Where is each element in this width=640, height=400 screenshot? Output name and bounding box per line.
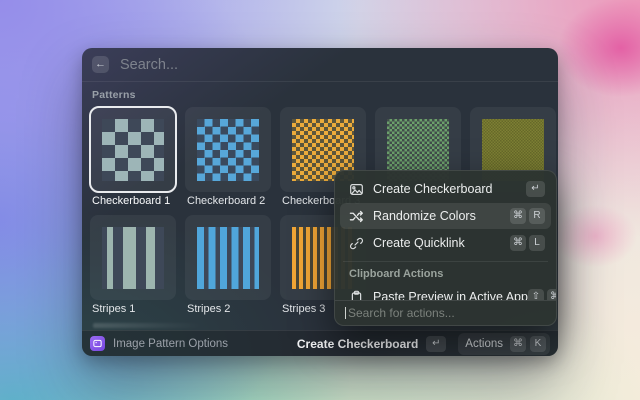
tile-checkerboard-1[interactable] (90, 107, 176, 192)
action-bar: Image Pattern Options Create Checkerboar… (82, 330, 558, 356)
enter-key-badge: ↵ (426, 336, 446, 352)
image-icon (348, 181, 364, 197)
menu-item-label: Randomize Colors (373, 209, 476, 223)
cmd-key-badge: ⌘ (510, 208, 526, 224)
menu-item-label: Create Quicklink (373, 236, 465, 250)
tile-label: Stripes 1 (90, 303, 176, 315)
actions-search-field[interactable]: Search for actions... (335, 300, 556, 325)
tile-stripes-1[interactable] (90, 215, 176, 300)
clipboard-icon (348, 289, 364, 300)
back-arrow-icon: ← (95, 59, 106, 70)
primary-action-button[interactable]: Create Checkerboard (297, 337, 418, 351)
stripes-1-preview (102, 227, 164, 289)
r-key-badge: R (529, 208, 545, 224)
shuffle-icon (348, 208, 364, 224)
actions-search-placeholder: Search for actions... (348, 306, 455, 320)
extension-icon (90, 336, 105, 351)
menu-section-clipboard-actions: Clipboard Actions (340, 266, 551, 284)
cmd-key-badge: ⌘ (510, 235, 526, 251)
clipped-next-section (93, 323, 203, 328)
menu-divider (343, 261, 548, 262)
cmd-key-badge: ⌘ (547, 289, 556, 300)
image-icon (93, 339, 102, 348)
menu-item-paste-preview[interactable]: Paste Preview in Active App ⇧ ⌘ V (340, 284, 551, 300)
link-icon (348, 235, 364, 251)
tile-label: Stripes 2 (185, 303, 271, 315)
menu-item-randomize-colors[interactable]: Randomize Colors ⌘ R (340, 203, 551, 229)
search-input[interactable]: Search... (120, 57, 178, 73)
menu-item-create-checkerboard[interactable]: Create Checkerboard ↵ (340, 176, 551, 202)
enter-key-badge: ↵ (526, 181, 545, 197)
text-caret (345, 307, 346, 319)
extension-name: Image Pattern Options (113, 338, 228, 350)
shift-key-badge: ⇧ (528, 289, 544, 300)
tile-label: Checkerboard 2 (185, 195, 271, 207)
checkerboard-2-preview (197, 119, 259, 181)
actions-list: Create Checkerboard ↵ Randomize Colors ⌘… (335, 171, 556, 300)
search-bar: ← Search... (82, 48, 558, 82)
actions-label: Actions (465, 338, 503, 350)
cmd-key-badge: ⌘ (510, 336, 526, 352)
back-button[interactable]: ← (92, 56, 109, 73)
tile-stripes-2[interactable] (185, 215, 271, 300)
menu-item-create-quicklink[interactable]: Create Quicklink ⌘ L (340, 230, 551, 256)
section-header-patterns: Patterns (92, 89, 550, 101)
actions-popover: Create Checkerboard ↵ Randomize Colors ⌘… (334, 170, 557, 326)
l-key-badge: L (529, 235, 545, 251)
actions-menu-button[interactable]: Actions ⌘ K (458, 333, 550, 355)
checkerboard-1-preview (102, 119, 164, 181)
tile-label: Checkerboard 1 (90, 195, 176, 207)
tile-checkerboard-2[interactable] (185, 107, 271, 192)
stripes-2-preview (197, 227, 259, 289)
k-key-badge: K (530, 336, 546, 352)
menu-item-label: Create Checkerboard (373, 182, 493, 196)
menu-item-label: Paste Preview in Active App (373, 290, 528, 300)
